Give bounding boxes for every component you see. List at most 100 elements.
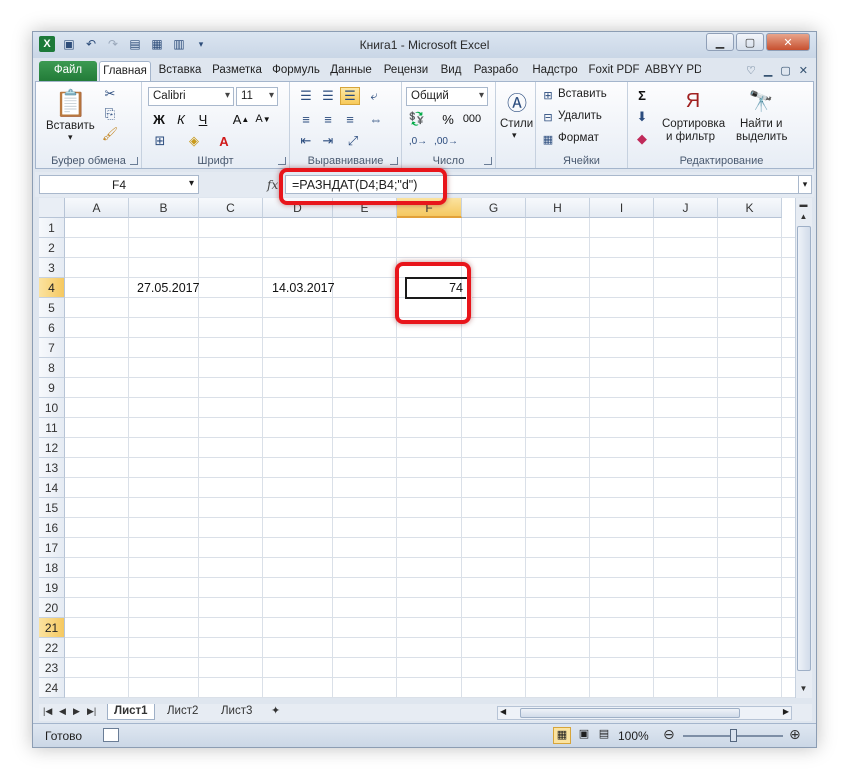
zoom-slider-knob[interactable] <box>730 729 737 742</box>
orientation-icon[interactable]: ⤢ <box>342 132 364 150</box>
zoom-in-icon[interactable]: ⊕ <box>789 726 801 743</box>
new-sheet-icon[interactable]: ✦ <box>271 704 280 717</box>
sheet-tab-1[interactable]: Лист1 <box>107 704 155 720</box>
autosum-icon[interactable]: Σ <box>634 87 650 103</box>
format-painter-icon[interactable]: 🖌 <box>102 126 119 142</box>
shrink-font-icon[interactable]: A ▼ <box>254 110 272 128</box>
tab-view[interactable]: Вид <box>437 61 465 82</box>
horizontal-scroll-thumb[interactable] <box>520 708 740 718</box>
tab-foxit-pdf[interactable]: Foxit PDF <box>586 61 642 82</box>
tab-formulas[interactable]: Формуль <box>268 61 324 82</box>
borders-icon[interactable]: ⊞ <box>150 132 170 150</box>
next-sheet-icon[interactable]: ▶ <box>73 706 80 717</box>
vertical-scrollbar[interactable]: ▬ ▲ ▼ <box>795 198 812 698</box>
clipboard-launcher-icon[interactable] <box>130 157 138 165</box>
row-header-12[interactable]: 12 <box>39 438 65 458</box>
format-cells-button[interactable]: Формат <box>558 132 599 144</box>
sort-filter-button[interactable]: Сортировка <box>662 118 725 130</box>
row-header-9[interactable]: 9 <box>39 378 65 398</box>
scroll-left-icon[interactable]: ◀ <box>500 707 506 716</box>
zoom-out-icon[interactable]: ⊖ <box>663 726 675 743</box>
expand-formula-icon[interactable]: ▾ <box>798 175 812 194</box>
column-header-C[interactable]: C <box>199 198 263 218</box>
cell-D4[interactable]: 14.03.2017 <box>272 278 335 298</box>
paste-button[interactable]: Вставить <box>46 120 95 132</box>
row-header-22[interactable]: 22 <box>39 638 65 658</box>
paste-icon[interactable]: 📋 <box>55 86 87 120</box>
row-header-15[interactable]: 15 <box>39 498 65 518</box>
styles-button[interactable]: Стили <box>500 118 533 130</box>
align-left-icon[interactable]: ≡ <box>296 110 316 128</box>
sheet-tab-2[interactable]: Лист2 <box>161 704 204 720</box>
row-header-13[interactable]: 13 <box>39 458 65 478</box>
delete-cells-button[interactable]: Удалить <box>558 110 602 122</box>
tab-developer[interactable]: Разрабо <box>468 61 524 82</box>
decrease-indent-icon[interactable]: ⇤ <box>296 132 316 150</box>
column-header-G[interactable]: G <box>462 198 526 218</box>
thousands-button[interactable]: 000 <box>460 110 484 128</box>
row-header-1[interactable]: 1 <box>39 218 65 238</box>
increase-indent-icon[interactable]: ⇥ <box>318 132 338 150</box>
fill-color-icon[interactable]: ◈ <box>184 132 204 150</box>
copy-icon[interactable]: ⎘ <box>102 106 118 122</box>
scroll-right-icon[interactable]: ▶ <box>783 707 789 716</box>
row-header-23[interactable]: 23 <box>39 658 65 678</box>
scroll-up-icon[interactable]: ▲ <box>796 210 811 225</box>
italic-button[interactable]: К <box>172 110 190 128</box>
align-top-icon[interactable]: ☰ <box>296 87 316 105</box>
row-header-16[interactable]: 16 <box>39 518 65 538</box>
cell-B4[interactable]: 27.05.2017 <box>137 278 200 298</box>
alignment-launcher-icon[interactable] <box>390 157 398 165</box>
name-box[interactable]: F4 <box>39 175 199 194</box>
row-header-18[interactable]: 18 <box>39 558 65 578</box>
normal-view-icon[interactable]: ▦ <box>553 727 571 744</box>
horizontal-scrollbar[interactable]: ◀ ▶ <box>497 706 792 720</box>
minimize-button[interactable]: ▁ <box>706 33 734 51</box>
find-select-button[interactable]: Найти и <box>740 118 782 130</box>
tab-abbyy-pdf[interactable]: ABBYY PD <box>645 61 701 82</box>
percent-button[interactable]: % <box>440 110 456 128</box>
column-header-K[interactable]: K <box>718 198 782 218</box>
number-launcher-icon[interactable] <box>484 157 492 165</box>
wrap-text-icon[interactable]: ⤶ <box>364 87 384 105</box>
column-header-B[interactable]: B <box>129 198 199 218</box>
tab-insert[interactable]: Вставка <box>154 61 206 82</box>
page-break-view-icon[interactable]: ▤ <box>595 727 613 744</box>
format-cells-icon[interactable]: ▦ <box>540 131 556 147</box>
find-select-icon[interactable]: 🔭 <box>746 86 776 116</box>
insert-cells-button[interactable]: Вставить <box>558 88 607 100</box>
row-header-7[interactable]: 7 <box>39 338 65 358</box>
maximize-button[interactable]: ▢ <box>736 33 764 51</box>
tab-review[interactable]: Рецензи <box>378 61 434 82</box>
sort-filter-button-line2[interactable]: и фильтр <box>666 131 715 143</box>
column-header-I[interactable]: I <box>590 198 654 218</box>
decrease-decimal-icon[interactable]: ,00→ <box>434 132 458 150</box>
last-sheet-icon[interactable]: ▶| <box>87 706 96 717</box>
ribbon-restore-icon[interactable]: ▢ <box>780 64 790 77</box>
prev-sheet-icon[interactable]: ◀ <box>59 706 66 717</box>
column-header-J[interactable]: J <box>654 198 718 218</box>
tab-file[interactable]: Файл <box>39 61 97 82</box>
ribbon-close-icon[interactable]: ✕ <box>799 64 808 77</box>
insert-cells-icon[interactable]: ⊞ <box>540 87 556 103</box>
paste-dropdown-icon[interactable]: ▾ <box>68 132 73 143</box>
row-header-8[interactable]: 8 <box>39 358 65 378</box>
font-color-icon[interactable]: A <box>214 132 234 150</box>
font-launcher-icon[interactable] <box>278 157 286 165</box>
row-header-4[interactable]: 4 <box>39 278 65 298</box>
merge-center-icon[interactable]: ⇔ <box>364 110 388 128</box>
number-format-select[interactable]: Общий <box>406 87 488 106</box>
page-layout-view-icon[interactable]: ▣ <box>575 727 593 744</box>
underline-button[interactable]: Ч <box>194 110 212 128</box>
font-name-select[interactable]: Calibri <box>148 87 234 106</box>
align-bottom-icon[interactable]: ☰ <box>340 87 360 105</box>
align-center-icon[interactable]: ≡ <box>318 110 338 128</box>
vertical-scroll-thumb[interactable] <box>797 226 811 671</box>
styles-dropdown-icon[interactable]: ▾ <box>512 130 517 141</box>
row-header-10[interactable]: 10 <box>39 398 65 418</box>
tab-home[interactable]: Главная <box>99 61 151 82</box>
find-select-button-line2[interactable]: выделить <box>736 131 788 143</box>
sheet-tab-3[interactable]: Лист3 <box>215 704 258 720</box>
clear-icon[interactable]: ◆ <box>634 131 650 147</box>
column-header-H[interactable]: H <box>526 198 590 218</box>
